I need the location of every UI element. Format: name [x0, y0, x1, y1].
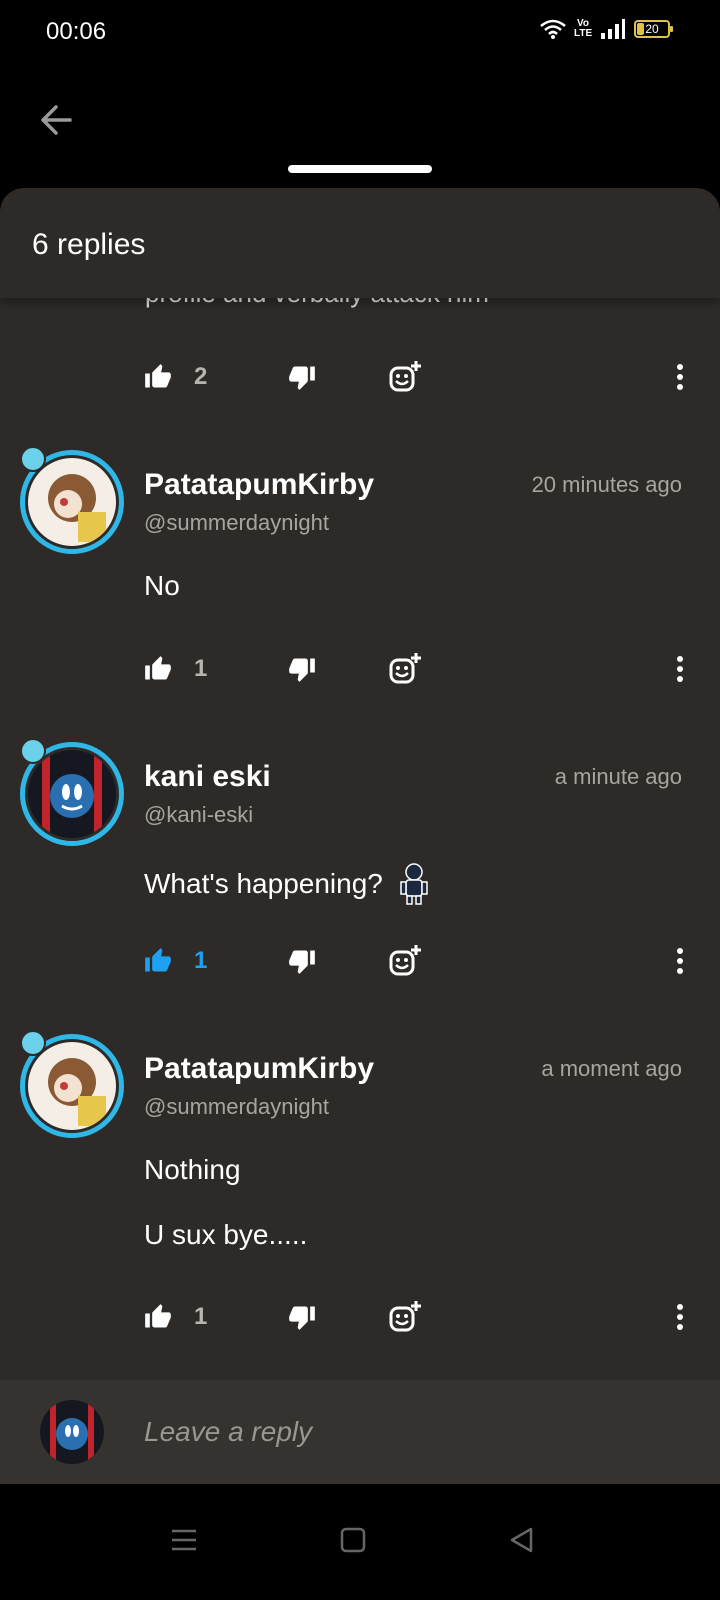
reply-input[interactable] [144, 1408, 664, 1456]
like-count: 1 [194, 1303, 208, 1330]
comment-actions: 1 [0, 1289, 720, 1345]
comment-text: No [144, 570, 180, 601]
thumbs-down-icon [289, 658, 315, 682]
comment-actions: 1 [0, 933, 720, 989]
avatar[interactable] [20, 1030, 124, 1138]
add-reaction-button[interactable] [388, 1289, 424, 1345]
add-reaction-button[interactable] [388, 349, 424, 405]
avatar[interactable] [20, 738, 124, 846]
thumbs-up-icon [145, 948, 171, 972]
status-icons: Vo LTE 20 [540, 18, 673, 40]
thumbs-up-icon [145, 1304, 171, 1328]
nav-back-button[interactable] [494, 1512, 550, 1568]
comment-text-line: Nothing [144, 1154, 241, 1185]
volte-indicator: Vo LTE [574, 18, 593, 39]
menu-icon [172, 1529, 196, 1551]
avatar-badge [20, 446, 46, 472]
comment-actions: 1 [0, 641, 720, 697]
avatar-badge [20, 738, 46, 764]
back-arrow-icon [41, 105, 72, 135]
like-button[interactable]: 2 [144, 349, 207, 405]
like-count: 2 [194, 363, 208, 390]
sticker-icon [400, 863, 428, 905]
nav-menu-button[interactable] [156, 1512, 212, 1568]
comment-timestamp: a minute ago [554, 764, 682, 789]
status-bar: 00:06 Vo LTE 20 [0, 0, 720, 64]
comment-handle: @kani-eski [144, 802, 254, 827]
like-button[interactable]: 1 [144, 641, 207, 697]
thumbs-down-icon [289, 366, 315, 390]
more-vert-icon [677, 364, 683, 390]
replies-sheet: 6 replies profile and verbally attack hi… [0, 188, 720, 1483]
more-vert-icon [677, 1304, 683, 1330]
like-button[interactable]: 1 [144, 1289, 207, 1345]
status-time: 00:06 [46, 18, 107, 45]
more-options-button[interactable] [664, 641, 696, 697]
thumbs-down-icon [289, 950, 315, 974]
signal-icon [601, 19, 625, 39]
add-reaction-icon [389, 361, 421, 392]
comment-username[interactable]: kani eski [144, 760, 271, 794]
more-options-button[interactable] [664, 349, 696, 405]
nav-home-button[interactable] [325, 1512, 381, 1568]
thumbs-up-icon [145, 364, 171, 388]
dislike-button[interactable] [288, 933, 316, 989]
add-reaction-icon [389, 1301, 421, 1332]
add-reaction-button[interactable] [388, 933, 424, 989]
wifi-icon [540, 19, 566, 39]
add-reaction-icon [389, 945, 421, 976]
dislike-button[interactable] [288, 349, 316, 405]
sheet-header: 6 replies [0, 188, 720, 298]
thumbs-up-icon [145, 656, 171, 680]
comment-handle: @summerdaynight [144, 1094, 329, 1119]
home-icon [340, 1527, 366, 1553]
more-options-button[interactable] [664, 933, 696, 989]
comment-username[interactable]: PatatapumKirby [144, 1052, 374, 1086]
add-reaction-icon [389, 653, 421, 684]
battery-level: 20 [645, 22, 659, 36]
add-reaction-button[interactable] [388, 641, 424, 697]
comment-username[interactable]: PatatapumKirby [144, 468, 374, 502]
like-button-active[interactable]: 1 [144, 933, 207, 989]
back-triangle-icon [510, 1527, 533, 1553]
like-count: 1 [194, 655, 208, 682]
comment-text-line: U sux bye..... [144, 1219, 308, 1250]
comment-text-row: What's happening? [144, 862, 431, 906]
current-user-avatar[interactable] [40, 1400, 104, 1464]
dislike-button[interactable] [288, 641, 316, 697]
more-vert-icon [677, 948, 683, 974]
avatar[interactable] [20, 446, 124, 554]
dislike-button[interactable] [288, 1289, 316, 1345]
thumbs-down-icon [289, 1306, 315, 1330]
comment-timestamp: 20 minutes ago [531, 472, 682, 497]
system-nav-bar [0, 1484, 720, 1600]
battery-indicator: 20 [634, 20, 673, 38]
reply-bar [0, 1380, 720, 1484]
like-count: 1 [194, 947, 208, 974]
battery-fill [637, 23, 644, 35]
comment-actions: 2 [0, 349, 720, 405]
comment-text: What's happening? [144, 868, 383, 899]
sheet-drag-handle[interactable] [288, 165, 432, 173]
comment-handle: @summerdaynight [144, 510, 329, 535]
more-vert-icon [677, 656, 683, 682]
replies-count-title: 6 replies [32, 228, 146, 261]
more-options-button[interactable] [664, 1289, 696, 1345]
back-button[interactable] [32, 96, 80, 144]
comment-timestamp: a moment ago [541, 1056, 682, 1081]
avatar-badge [20, 1030, 46, 1056]
